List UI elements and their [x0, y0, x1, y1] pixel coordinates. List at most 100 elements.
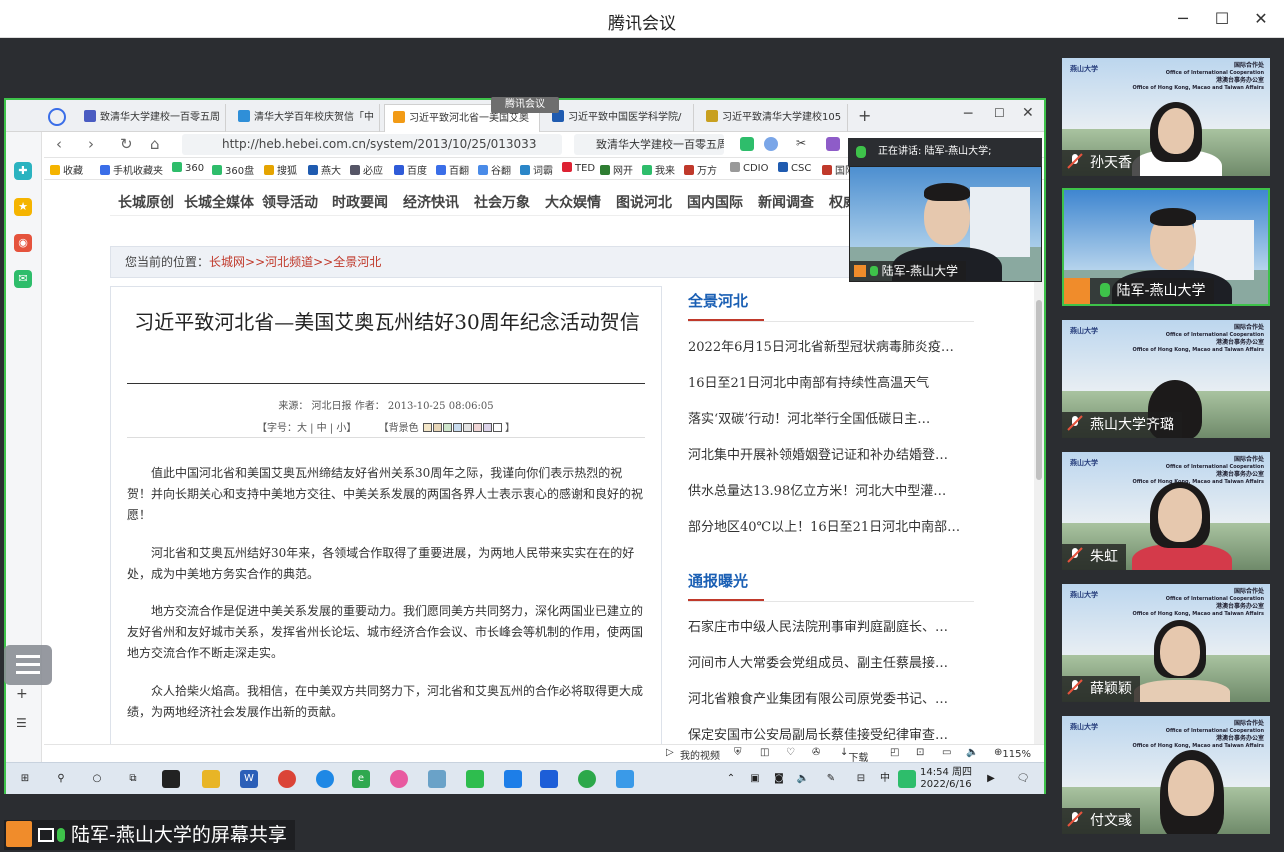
- bookmark-item[interactable]: 网开: [600, 162, 633, 177]
- star-icon[interactable]: ★: [14, 198, 32, 216]
- search-input[interactable]: 致清华大学建校一百零五周年: [574, 134, 724, 155]
- bg-swatch[interactable]: [422, 423, 432, 432]
- tab-4[interactable]: 习近平致中国医学科学院/: [544, 104, 694, 132]
- news-link[interactable]: 16日至21日河北中南部有持续性高温天气: [688, 366, 970, 402]
- maximize-icon[interactable]: ☐: [1207, 6, 1237, 32]
- app-icon[interactable]: [540, 770, 558, 788]
- section-heading[interactable]: 全景河北: [688, 286, 974, 321]
- news-link[interactable]: 落实‘双碳’行动！河北举行全国低碳日主…: [688, 402, 970, 438]
- bookmark-item[interactable]: 万方: [684, 162, 717, 177]
- participant-tile[interactable]: 燕山大学 国际合作处 Office of International Cooper…: [1062, 320, 1270, 438]
- back-icon[interactable]: ‹: [56, 135, 62, 153]
- download-link[interactable]: ↓ 下载: [840, 747, 868, 764]
- nav-item[interactable]: 大众娱情: [545, 192, 601, 212]
- tray-icon[interactable]: ✎: [822, 770, 840, 788]
- nav-item[interactable]: 时政要闻: [332, 192, 388, 212]
- tray-icon[interactable]: ◙: [770, 770, 788, 788]
- bookmark-item[interactable]: 百翻: [436, 162, 469, 177]
- bookmark-item[interactable]: 百度: [394, 162, 427, 177]
- bookmark-item[interactable]: 燕大: [308, 162, 341, 177]
- tray-icon[interactable]: [898, 770, 916, 788]
- nav-item[interactable]: 长城原创: [118, 192, 174, 212]
- extension-icon[interactable]: [740, 137, 754, 151]
- tray-icon[interactable]: ▣: [746, 770, 764, 788]
- speaker-icon[interactable]: 🔈: [966, 747, 978, 758]
- cortana-icon[interactable]: ○: [88, 770, 106, 788]
- bookmark-item[interactable]: 谷翻: [478, 162, 511, 177]
- bookmark-item[interactable]: 360盘: [212, 162, 254, 177]
- nav-item[interactable]: 国内国际: [687, 192, 743, 212]
- participant-tile[interactable]: 燕山大学 国际合作处 Office of International Cooper…: [1062, 716, 1270, 834]
- ie-icon[interactable]: e: [352, 770, 370, 788]
- nav-item[interactable]: 经济快讯: [403, 192, 459, 212]
- tool-icon[interactable]: ◫: [760, 747, 769, 758]
- font-size-control[interactable]: 【字号：大 | 中 | 小】: [257, 423, 356, 434]
- minimize-icon[interactable]: ─: [1168, 6, 1198, 32]
- plugin-icon[interactable]: ✚: [14, 162, 32, 180]
- tray-icon[interactable]: ⊟: [852, 770, 870, 788]
- close-icon[interactable]: ✕: [1022, 105, 1034, 121]
- task-view-icon[interactable]: ⧉: [124, 770, 142, 788]
- app-icon[interactable]: [162, 770, 180, 788]
- window-icon[interactable]: ▭: [942, 747, 951, 758]
- nav-item[interactable]: 新闻调查: [758, 192, 814, 212]
- new-tab-icon[interactable]: +: [858, 106, 871, 125]
- toolbox-icon[interactable]: ◰: [890, 747, 899, 758]
- list-panel-icon[interactable]: [4, 645, 52, 685]
- plugin-icon[interactable]: ✇: [812, 747, 820, 758]
- bookmark-item[interactable]: 我来: [642, 162, 675, 177]
- mail-icon[interactable]: ✉: [14, 270, 32, 288]
- bookmark-item[interactable]: 360: [172, 162, 204, 174]
- bookmark-item[interactable]: 词霸: [520, 162, 553, 177]
- participant-tile-active[interactable]: 陆军-燕山大学: [1062, 188, 1270, 306]
- bg-swatch[interactable]: [452, 423, 462, 432]
- news-link[interactable]: 2022年6月15日河北省新型冠状病毒肺炎疫…: [688, 330, 970, 366]
- extension-icon[interactable]: [764, 137, 778, 151]
- news-link[interactable]: 供水总量达13.98亿立方米！河北大中型灌…: [688, 474, 970, 510]
- bookmark-item[interactable]: CDIO: [730, 162, 769, 174]
- video-icon[interactable]: ▷: [666, 747, 674, 758]
- speaker-pip-video[interactable]: 陆军-燕山大学: [849, 166, 1042, 282]
- app-icon[interactable]: [578, 770, 596, 788]
- participant-tile[interactable]: 燕山大学 国际合作处 Office of International Cooper…: [1062, 452, 1270, 570]
- start-icon[interactable]: ⊞: [16, 770, 34, 788]
- my-video-link[interactable]: 我的视频: [680, 747, 720, 762]
- ime-icon[interactable]: 中: [876, 770, 894, 788]
- news-link[interactable]: 石家庄市中级人民法院刑事审判庭副庭长、…: [688, 610, 970, 646]
- nav-item[interactable]: 社会万象: [474, 192, 530, 212]
- heart-icon[interactable]: ♡: [786, 747, 795, 758]
- bg-swatch[interactable]: [442, 423, 452, 432]
- news-link[interactable]: 河间市人大常委会党组成员、副主任蔡晨接…: [688, 646, 970, 682]
- forward-icon[interactable]: ›: [88, 135, 94, 153]
- bookmark-item[interactable]: 收藏: [50, 162, 83, 177]
- taskbar-clock[interactable]: 14:54 周四 2022/6/16: [916, 767, 976, 791]
- wechat-icon[interactable]: [466, 770, 484, 788]
- add-icon[interactable]: +: [16, 686, 28, 702]
- news-link[interactable]: 河北省粮食产业集团有限公司原党委书记、…: [688, 682, 970, 718]
- news-link[interactable]: 河北集中开展补领婚姻登记证和补办结婚登…: [688, 438, 970, 474]
- nav-item[interactable]: 图说河北: [616, 192, 672, 212]
- news-link[interactable]: 部分地区40℃以上！16日至21日河北中南部…: [688, 510, 970, 546]
- scissors-icon[interactable]: ✂: [796, 136, 806, 150]
- section-heading[interactable]: 通报曝光: [688, 566, 974, 601]
- volume-icon[interactable]: 🔈: [794, 770, 812, 788]
- zoom-level[interactable]: ⊕ 115%: [994, 747, 1031, 760]
- bg-swatch[interactable]: [472, 423, 482, 432]
- shield-icon[interactable]: ⛨: [734, 747, 742, 758]
- weibo-icon[interactable]: ◉: [14, 234, 32, 252]
- bookmark-item[interactable]: 手机收藏夹: [100, 162, 163, 177]
- breadcrumb-link[interactable]: 长城网>>河北频道>>全景河北: [209, 255, 381, 269]
- word-icon[interactable]: W: [240, 770, 258, 788]
- chevron-up-icon[interactable]: ⌃: [722, 770, 740, 788]
- nav-item[interactable]: 领导活动: [262, 192, 318, 212]
- page-scrollbar[interactable]: [1034, 260, 1044, 794]
- menu-icon[interactable]: ☰: [16, 716, 27, 730]
- participant-tile[interactable]: 燕山大学 国际合作处 Office of International Cooper…: [1062, 58, 1270, 176]
- participant-tile[interactable]: 燕山大学 国际合作处 Office of International Cooper…: [1062, 584, 1270, 702]
- app-icon[interactable]: [390, 770, 408, 788]
- bookmark-item[interactable]: 搜狐: [264, 162, 297, 177]
- bookmark-item[interactable]: CSC: [778, 162, 811, 174]
- edge-icon[interactable]: [316, 770, 334, 788]
- chrome-icon[interactable]: [278, 770, 296, 788]
- navigate-icon[interactable]: [48, 108, 66, 126]
